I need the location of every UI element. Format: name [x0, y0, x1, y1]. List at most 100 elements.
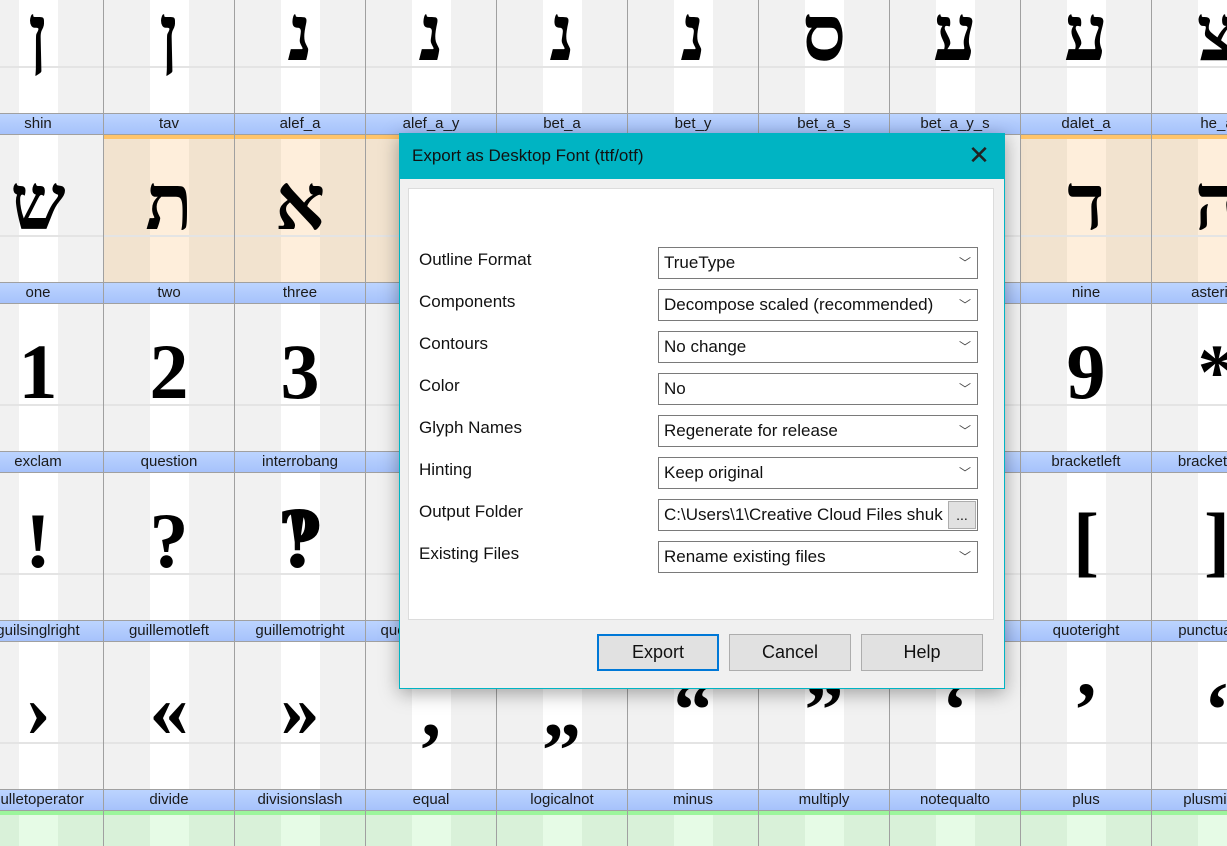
hinting-dropdown[interactable]: Keep original ﹀ — [658, 457, 978, 489]
glyph-cell[interactable] — [235, 811, 366, 846]
glyph-name: bracketleft — [1051, 453, 1121, 470]
close-icon[interactable]: ✕ — [954, 134, 1004, 179]
browse-button[interactable]: ... — [948, 501, 976, 529]
glyph-cell[interactable]: צ — [1152, 0, 1227, 113]
glyph-name-label[interactable]: three — [235, 282, 366, 304]
export-button[interactable]: Export — [597, 634, 719, 671]
glyph-name-label[interactable]: shin — [0, 113, 104, 135]
cancel-button[interactable]: Cancel — [729, 634, 851, 671]
contours-dropdown[interactable]: No change ﹀ — [658, 331, 978, 363]
glyph-name-label[interactable]: two — [104, 282, 235, 304]
glyph-name-label[interactable]: dalet_a — [1021, 113, 1152, 135]
glyph-cell[interactable]: ן — [0, 0, 104, 113]
existing-files-dropdown[interactable]: Rename existing files ﹀ — [658, 541, 978, 573]
glyph: ! — [25, 497, 51, 584]
glyph-cell[interactable]: נ — [497, 0, 628, 113]
glyph-name-label[interactable]: tav — [104, 113, 235, 135]
glyph-name-label[interactable]: bracketleft — [1021, 451, 1152, 473]
advance-width — [411, 811, 451, 846]
mark-bar — [1152, 811, 1227, 815]
glyph-name-label[interactable]: bet_y — [628, 113, 759, 135]
glyph-cell[interactable]: נ — [235, 0, 366, 113]
outline-format-dropdown[interactable]: TrueType ﹀ — [658, 247, 978, 279]
glyph-cell[interactable] — [104, 811, 235, 846]
glyph-name-label[interactable]: multiply — [759, 789, 890, 811]
glyph-name-label[interactable]: divide — [104, 789, 235, 811]
glyph-name-label[interactable]: bet_a — [497, 113, 628, 135]
glyph-name-label[interactable]: alef_a_y — [366, 113, 497, 135]
glyph-cell[interactable] — [890, 811, 1021, 846]
glyph-cell[interactable] — [628, 811, 759, 846]
glyph-cell[interactable] — [497, 811, 628, 846]
glyph-cell[interactable]: » — [235, 642, 366, 789]
glyph-cell[interactable]: ע — [890, 0, 1021, 113]
glyph-cell[interactable] — [0, 811, 104, 846]
glyph-cell[interactable]: ‽ — [235, 473, 366, 620]
glyph-name-label[interactable]: divisionslash — [235, 789, 366, 811]
glyph-cell[interactable]: [ — [1021, 473, 1152, 620]
glyph-cell[interactable]: ן — [104, 0, 235, 113]
glyph-names-dropdown[interactable]: Regenerate for release ﹀ — [658, 415, 978, 447]
glyph-name-label[interactable]: quoteright — [1021, 620, 1152, 642]
glyph-cell[interactable]: ] — [1152, 473, 1227, 620]
glyph-cell[interactable]: ! — [0, 473, 104, 620]
help-button[interactable]: Help — [861, 634, 983, 671]
glyph-cell[interactable]: א — [235, 135, 366, 282]
glyph-name-label[interactable]: minus — [628, 789, 759, 811]
glyph-name-label[interactable]: plusminus — [1152, 789, 1227, 811]
glyph-name-label[interactable]: nine — [1021, 282, 1152, 304]
glyph-name-label[interactable]: equal — [366, 789, 497, 811]
glyph-cell[interactable]: נ — [628, 0, 759, 113]
glyph-cell[interactable]: ס — [759, 0, 890, 113]
glyph-cell[interactable]: * — [1152, 304, 1227, 451]
glyph-cell[interactable]: ה — [1152, 135, 1227, 282]
glyph-name-label[interactable]: bet_a_s — [759, 113, 890, 135]
glyph-cell[interactable]: 3 — [235, 304, 366, 451]
glyph-name-label[interactable]: bulletoperator — [0, 789, 104, 811]
glyph-name-label[interactable]: punctuation — [1152, 620, 1227, 642]
glyph-name-label[interactable]: guillemotright — [235, 620, 366, 642]
glyph-name-label[interactable]: question — [104, 451, 235, 473]
dialog-titlebar[interactable]: Export as Desktop Font (ttf/otf) ✕ — [400, 134, 1004, 179]
glyph-name-label[interactable]: guillemotleft — [104, 620, 235, 642]
glyph-name-label[interactable]: exclam — [0, 451, 104, 473]
glyph-name-label[interactable]: guilsinglright — [0, 620, 104, 642]
glyph-cell[interactable]: 2 — [104, 304, 235, 451]
glyph-name: he_a — [1200, 115, 1227, 132]
glyph-cell[interactable]: ע — [1021, 0, 1152, 113]
color-dropdown[interactable]: No ﹀ — [658, 373, 978, 405]
glyph-cell[interactable] — [759, 811, 890, 846]
glyph-name-label[interactable]: bracketright — [1152, 451, 1227, 473]
glyph-cell[interactable]: ’ — [1021, 642, 1152, 789]
glyph-name-label[interactable]: logicalnot — [497, 789, 628, 811]
glyph-name-label[interactable]: bet_a_y_s — [890, 113, 1021, 135]
components-dropdown[interactable]: Decompose scaled (recommended) ﹀ — [658, 289, 978, 321]
glyph: ע — [1063, 0, 1109, 77]
glyph-name-label[interactable]: asterisk — [1152, 282, 1227, 304]
glyph: ‘ — [1152, 660, 1227, 760]
chevron-down-icon: ﹀ — [958, 340, 971, 354]
chevron-down-icon: ﹀ — [958, 256, 971, 270]
glyph-cell[interactable]: 9 — [1021, 304, 1152, 451]
glyph-cell[interactable] — [1152, 811, 1227, 846]
glyph-name-label[interactable]: plus — [1021, 789, 1152, 811]
glyph-cell[interactable]: ? — [104, 473, 235, 620]
glyph-cell[interactable]: ‘ — [1152, 642, 1227, 789]
glyph-cell[interactable]: נ — [366, 0, 497, 113]
glyph-cell[interactable] — [366, 811, 497, 846]
glyph-name-label[interactable]: interrobang — [235, 451, 366, 473]
glyph-name: minus — [672, 791, 713, 808]
glyph-name-label[interactable]: one — [0, 282, 104, 304]
glyph-cell[interactable]: ד — [1021, 135, 1152, 282]
glyph-name-label[interactable]: notequalto — [890, 789, 1021, 811]
glyph-name-label[interactable]: he_a — [1152, 113, 1227, 135]
glyph: » — [280, 666, 320, 753]
glyph-cell[interactable] — [1021, 811, 1152, 846]
glyph-cell[interactable]: ש — [0, 135, 104, 282]
glyph-cell[interactable]: ת — [104, 135, 235, 282]
glyph-cell[interactable]: › — [0, 642, 104, 789]
glyph-name-label[interactable]: alef_a — [235, 113, 366, 135]
glyph-cell[interactable]: 1 — [0, 304, 104, 451]
glyph-cell[interactable]: « — [104, 642, 235, 789]
output-folder-input[interactable]: C:\Users\1\Creative Cloud Files shuk... — [658, 499, 978, 531]
